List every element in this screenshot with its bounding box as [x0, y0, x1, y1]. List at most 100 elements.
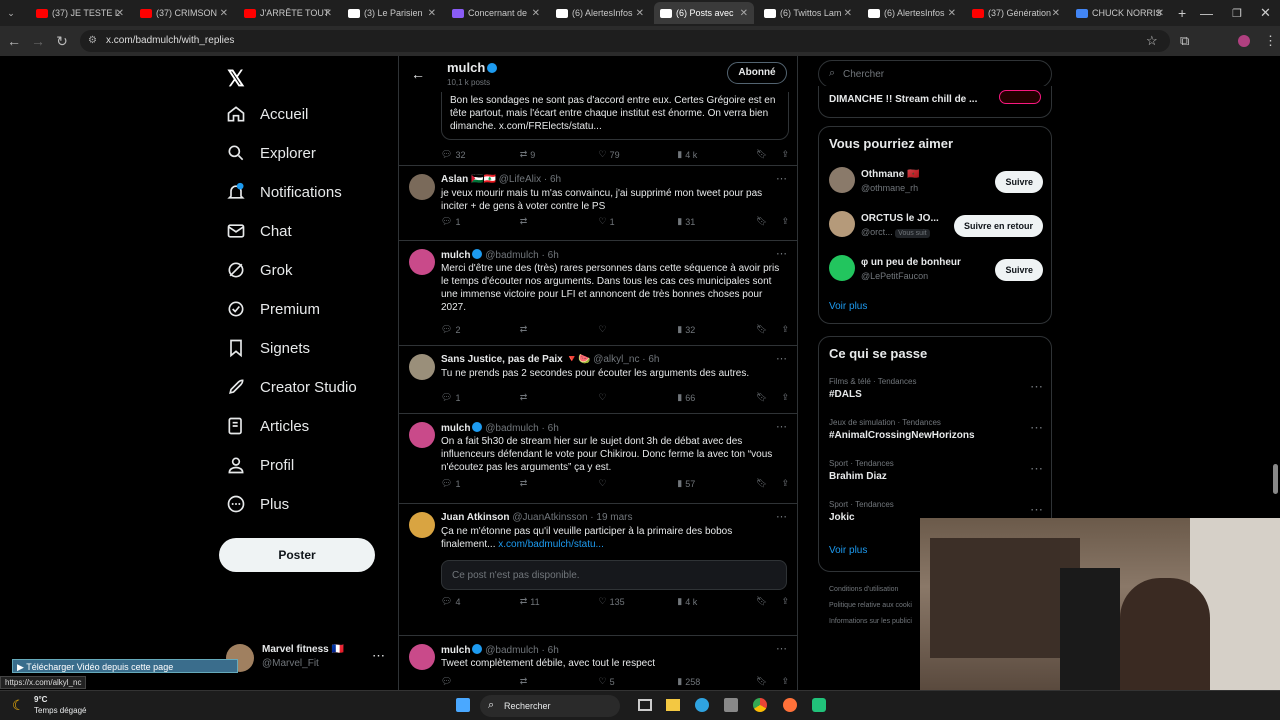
- trend-item[interactable]: Films & télé · Tendances #DALS ⋯: [829, 377, 1043, 400]
- post-button[interactable]: Poster: [219, 538, 375, 572]
- trend-item[interactable]: Jeux de simulation · Tendances #AnimalCro…: [829, 418, 1043, 441]
- tweet[interactable]: Bon les sondages ne sont pas d'accord en…: [399, 92, 797, 166]
- account-switcher[interactable]: Marvel fitness 🇫🇷 @Marvel_Fit ⋯: [226, 642, 386, 674]
- avatar[interactable]: [409, 249, 435, 275]
- bookmark-icon[interactable]: 🔖︎: [756, 676, 767, 687]
- nav-profile[interactable]: Profil: [226, 455, 294, 475]
- avatar[interactable]: [409, 354, 435, 380]
- app-icon[interactable]: [812, 698, 826, 712]
- views-button[interactable]: ▮ 258: [677, 676, 717, 687]
- views-button[interactable]: ▮ 4 k: [677, 596, 717, 607]
- suggestions-see-more[interactable]: Voir plus: [829, 301, 867, 312]
- trends-see-more[interactable]: Voir plus: [829, 545, 867, 556]
- chrome-icon[interactable]: [753, 698, 767, 712]
- author-handle[interactable]: @badmulch · 6h: [485, 645, 559, 656]
- tweet[interactable]: Juan Atkinson @JuanAtkinsson · 19 mars ⋯ Ç…: [399, 504, 797, 636]
- tab-close-icon[interactable]: ✕: [948, 8, 956, 19]
- more-dots-icon[interactable]: ⋯: [776, 510, 787, 523]
- share-icon[interactable]: ⇪: [781, 324, 789, 335]
- more-dots-icon[interactable]: ⋯: [1030, 461, 1043, 477]
- download-bar[interactable]: ▶ Télécharger Vidéo depuis cette page: [12, 659, 238, 673]
- author-name[interactable]: Aslan 🇵🇸🇱🇧: [441, 174, 496, 185]
- avatar[interactable]: [409, 644, 435, 670]
- browser-tab[interactable]: (6) Posts avec ✕: [654, 2, 754, 24]
- retweet-button[interactable]: ⇄: [520, 676, 560, 687]
- tab-close-icon[interactable]: ✕: [428, 8, 436, 19]
- author-handle[interactable]: @JuanAtkinsson · 19 mars: [512, 512, 632, 523]
- site-info-icon[interactable]: ⚙: [88, 30, 97, 52]
- browser-tab[interactable]: (37) CRIMSON ✕: [134, 2, 234, 24]
- tweet[interactable]: Sans Justice, pas de Paix 🔻🍉 @alkyl_nc ·…: [399, 346, 797, 414]
- trend-item[interactable]: Sport · Tendances Brahim Diaz ⋯: [829, 459, 1043, 482]
- avatar[interactable]: [829, 255, 855, 281]
- avatar[interactable]: [409, 422, 435, 448]
- nav-chat[interactable]: Chat: [226, 221, 292, 241]
- nav-more[interactable]: Plus: [226, 494, 289, 514]
- more-dots-icon[interactable]: ⋯: [776, 420, 787, 433]
- retweet-button[interactable]: ⇄ 9: [520, 149, 560, 160]
- reply-button[interactable]: 💬︎ 1: [441, 216, 481, 227]
- nav-bookmarks[interactable]: Signets: [226, 338, 310, 358]
- share-icon[interactable]: ⇪: [781, 149, 789, 160]
- follow-button[interactable]: Suivre: [995, 171, 1043, 193]
- footer-link-ads[interactable]: Informations sur les publici: [829, 614, 912, 630]
- x-logo-icon[interactable]: 𝕏: [227, 66, 245, 92]
- retweet-button[interactable]: ⇄: [520, 216, 560, 227]
- views-button[interactable]: ▮ 57: [677, 478, 717, 489]
- taskbar-search[interactable]: ⌕ Rechercher: [480, 695, 620, 717]
- retweet-button[interactable]: ⇄: [520, 324, 560, 335]
- author-name[interactable]: mulch: [441, 250, 470, 261]
- browser-tab[interactable]: (6) AlertesInfos ✕: [550, 2, 650, 24]
- close-window-icon[interactable]: ✕: [1260, 5, 1271, 21]
- browser-tab[interactable]: CHUCK NORRIS ✕: [1070, 2, 1170, 24]
- more-dots-icon[interactable]: ⋯: [1030, 420, 1043, 436]
- new-tab-button[interactable]: +: [1178, 5, 1186, 21]
- like-button[interactable]: ♡ 1: [599, 216, 639, 227]
- like-button[interactable]: ♡ 79: [599, 149, 639, 160]
- more-dots-icon[interactable]: ⋯: [1030, 379, 1043, 395]
- nav-creator-studio[interactable]: Creator Studio: [226, 377, 357, 397]
- views-button[interactable]: ▮ 66: [677, 392, 717, 403]
- tab-close-icon[interactable]: ✕: [844, 8, 852, 19]
- reply-button[interactable]: 💬︎ 32: [441, 149, 481, 160]
- tab-close-icon[interactable]: ✕: [636, 8, 644, 19]
- page-scrollbar[interactable]: [1273, 464, 1278, 494]
- extensions-icon[interactable]: ⧉: [1180, 33, 1189, 49]
- reply-button[interactable]: 💬︎ 1: [441, 478, 481, 489]
- tab-close-icon[interactable]: ✕: [324, 8, 332, 19]
- tweet[interactable]: mulch @badmulch · 6h ⋯ On a fait 5h30 de s…: [399, 414, 797, 504]
- reply-button[interactable]: 💬︎ 4: [441, 596, 481, 607]
- bookmark-icon[interactable]: 🔖︎: [756, 216, 767, 227]
- maximize-icon[interactable]: ❐: [1232, 7, 1242, 20]
- footer-link-cookies[interactable]: Politique relative aux cooki: [829, 598, 912, 614]
- author-handle[interactable]: @alkyl_nc · 6h: [593, 354, 659, 365]
- browser-tab[interactable]: (6) AlertesInfos ✕: [862, 2, 962, 24]
- tweet[interactable]: mulch @badmulch · 6h ⋯ Tweet complètement …: [399, 636, 797, 690]
- author-handle[interactable]: @badmulch · 6h: [485, 423, 559, 434]
- reply-button[interactable]: 💬︎ 2: [441, 324, 481, 335]
- avatar[interactable]: [829, 211, 855, 237]
- retweet-button[interactable]: ⇄: [520, 392, 560, 403]
- reply-button[interactable]: 💬︎ 1: [441, 392, 481, 403]
- bookmark-icon[interactable]: 🔖︎: [756, 324, 767, 335]
- follow-button[interactable]: Suivre: [995, 259, 1043, 281]
- views-button[interactable]: ▮ 31: [677, 216, 717, 227]
- back-icon[interactable]: ←: [2, 33, 26, 49]
- nav-home[interactable]: Accueil: [226, 104, 308, 124]
- more-dots-icon[interactable]: ⋯: [776, 642, 787, 655]
- author-name[interactable]: Juan Atkinson: [441, 512, 510, 523]
- retweet-button[interactable]: ⇄: [520, 478, 560, 489]
- browser-tab[interactable]: (3) Le Parisien ✕: [342, 2, 442, 24]
- like-button[interactable]: ♡: [599, 392, 639, 403]
- menu-icon[interactable]: ⋮: [1264, 33, 1277, 49]
- more-dots-icon[interactable]: ⋯: [776, 352, 787, 365]
- file-explorer-icon[interactable]: [666, 699, 680, 711]
- nav-articles[interactable]: Articles: [226, 416, 309, 436]
- author-name[interactable]: mulch: [441, 645, 470, 656]
- share-icon[interactable]: ⇪: [781, 676, 789, 687]
- bookmark-icon[interactable]: 🔖︎: [756, 596, 767, 607]
- like-button[interactable]: ♡ 5: [599, 676, 639, 687]
- footer-link-terms[interactable]: Conditions d'utilisation: [829, 582, 912, 598]
- tweet[interactable]: mulch @badmulch · 6h ⋯ Merci d'être une de…: [399, 241, 797, 346]
- tab-close-icon[interactable]: ✕: [1052, 8, 1060, 19]
